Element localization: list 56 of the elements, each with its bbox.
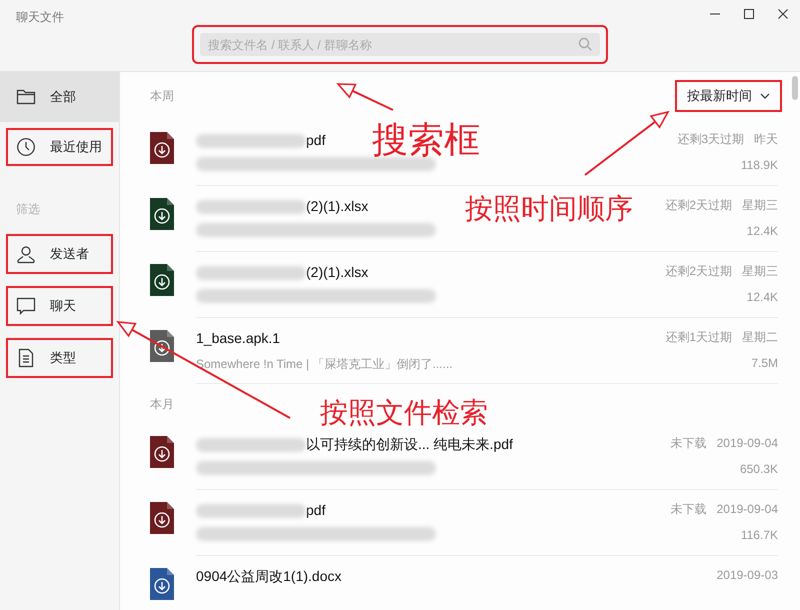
file-size: 650.3K bbox=[738, 461, 778, 478]
file-source: Somewhere !n Time | 「屎塔克工业」倒闭了...... bbox=[196, 356, 452, 373]
file-date: 2019-09-04 bbox=[716, 502, 778, 516]
file-row[interactable]: 0904公益周改1(1).docx 2019-09-03 bbox=[150, 556, 778, 610]
section-heading: 本月 bbox=[150, 396, 174, 413]
file-size: 118.9K bbox=[740, 157, 778, 174]
document-icon bbox=[16, 348, 36, 368]
window-title: 聊天文件 bbox=[16, 9, 64, 26]
file-row[interactable]: (2)(1).xlsx 还剩2天过期 星期三 12.4K bbox=[150, 252, 778, 318]
sidebar-item[interactable]: 类型 bbox=[0, 332, 119, 384]
maximize-icon bbox=[743, 8, 755, 20]
file-name: 1_base.apk.1 bbox=[196, 329, 280, 348]
clock-icon bbox=[16, 137, 36, 157]
annotation-label: 按照文件检索 bbox=[320, 398, 488, 429]
file-row[interactable]: pdf 未下载 2019-09-04 116.7K bbox=[150, 490, 778, 556]
annotation-label: 按照时间顺序 bbox=[465, 194, 633, 225]
annotation-arrow bbox=[336, 83, 394, 111]
file-status: 未下载 bbox=[670, 502, 707, 516]
file-status: 还剩2天过期 bbox=[665, 198, 732, 212]
file-size: 12.4K bbox=[746, 289, 778, 306]
file-size: 116.7K bbox=[740, 527, 778, 544]
sidebar-item[interactable]: 最近使用 bbox=[0, 122, 119, 172]
file-name: (2)(1).xlsx bbox=[306, 263, 368, 282]
file-name: 以可持续的创新设... 纯电未来.pdf bbox=[306, 435, 513, 454]
file-name: pdf bbox=[306, 501, 326, 520]
file-size: 7.5M bbox=[750, 355, 778, 372]
file-name: 0904公益周改1(1).docx bbox=[196, 567, 342, 586]
file-name: pdf bbox=[306, 131, 326, 150]
chat-icon bbox=[16, 296, 36, 316]
file-status: 还剩3天过期 bbox=[677, 132, 744, 146]
chevron-down-icon bbox=[760, 93, 770, 99]
search-field[interactable]: 搜索文件名 / 联系人 / 群聊名称 bbox=[200, 33, 600, 56]
file-date: 星期三 bbox=[742, 198, 778, 212]
file-date: 星期二 bbox=[742, 330, 778, 344]
file-date: 2019-09-03 bbox=[716, 568, 778, 582]
file-status: 还剩1天过期 bbox=[665, 330, 732, 344]
annotation-label: 搜索框 bbox=[372, 120, 480, 160]
search-icon bbox=[578, 37, 592, 51]
file-size: 12.4K bbox=[746, 223, 778, 240]
section-heading: 本周 bbox=[150, 88, 174, 105]
filter-heading: 筛选 bbox=[15, 201, 41, 218]
file-date: 星期三 bbox=[742, 264, 778, 278]
scrollbar-thumb[interactable] bbox=[792, 76, 798, 100]
sort-dropdown[interactable]: 按最新时间 bbox=[679, 84, 778, 108]
file-date: 昨天 bbox=[754, 132, 778, 146]
folder-icon bbox=[16, 87, 36, 107]
file-status: 还剩2天过期 bbox=[665, 264, 732, 278]
person-icon bbox=[16, 244, 36, 264]
file-date: 2019-09-04 bbox=[716, 436, 778, 450]
file-name: (2)(1).xlsx bbox=[306, 197, 368, 216]
sidebar-item[interactable]: 全部 bbox=[0, 72, 119, 122]
close-icon bbox=[777, 8, 789, 20]
sidebar-item[interactable]: 聊天 bbox=[0, 280, 119, 332]
file-status: 未下载 bbox=[670, 436, 707, 450]
sidebar-item[interactable]: 发送者 bbox=[0, 228, 119, 280]
file-row[interactable]: 1_base.apk.1 Somewhere !n Time | 「屎塔克工业」倒闭了...... 还剩1天过期 星期二 7.5M bbox=[150, 318, 778, 384]
